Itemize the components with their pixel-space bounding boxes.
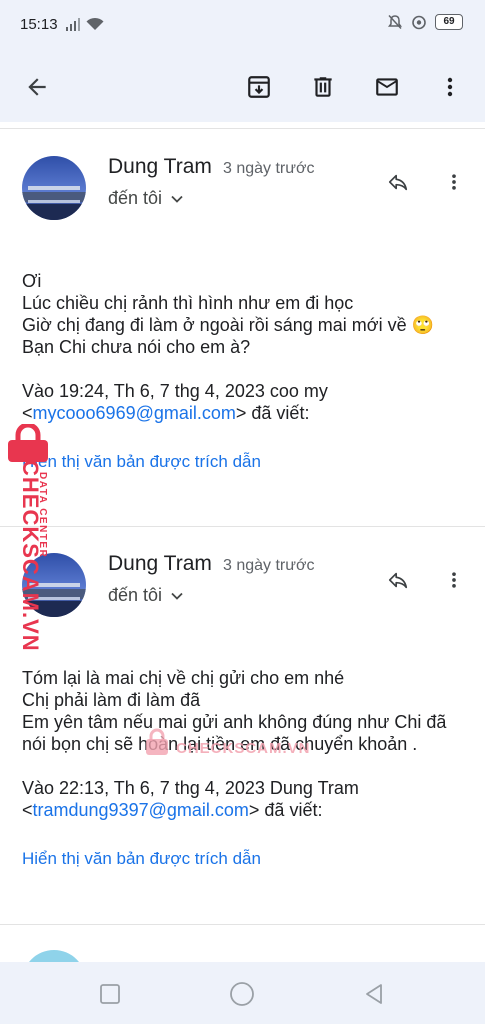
message-body: Ơi Lúc chiều chị rảnh thì hình như em đi… [22,270,434,424]
quote-email-line: <mycooo6969@gmail.com> đã viết: [22,403,310,423]
divider [0,526,485,527]
more-vert-icon [447,77,453,97]
quote-email-link[interactable]: mycooo6969@gmail.com [33,403,236,423]
show-quoted-text-link[interactable]: Hiển thị văn bản được trích dẫn [22,849,261,869]
square-icon [100,984,120,1004]
status-right-icons: 69 [387,14,463,30]
sender-name: Dung Tram [108,552,212,575]
divider [0,924,485,925]
mail-icon [376,78,398,96]
archive-icon [248,76,270,98]
reply-icon [388,174,408,191]
body-line: Bạn Chi chưa nói cho em à? [22,337,251,357]
body-line: nói bọn chị sẽ hoàn lại tiền em đã chuyể… [22,734,418,754]
recipients-label: đến tôi [108,585,163,605]
quote-email-line: <tramdung9397@gmail.com> đã viết: [22,800,323,820]
more-vert-icon [452,572,456,588]
triangle-back-icon [366,984,382,1004]
more-options-button[interactable] [427,64,473,110]
battery-indicator: 69 [435,14,463,30]
back-button[interactable] [14,64,60,110]
system-back-button[interactable] [356,976,392,1012]
body-line: Ơi [22,271,42,291]
alarm-icon [412,15,426,30]
watermark-sub: DATA CENTER [37,472,48,558]
message-body: Tóm lại là mai chị về chị gửi cho em nhé… [22,667,446,821]
home-button[interactable] [224,976,260,1012]
reply-button[interactable] [378,560,418,600]
status-bar: 15:13 69 [0,0,485,52]
system-nav-bar [0,962,485,1024]
quote-header: Vào 22:13, Th 6, 7 thg 4, 2023 Dung Tram [22,778,359,798]
bell-off-icon [388,14,402,30]
archive-button[interactable] [236,64,282,110]
more-vert-icon [452,174,456,190]
delete-button[interactable] [300,64,346,110]
quote-suffix: đã viết: [264,800,323,820]
body-line: Lúc chiều chị rảnh thì hình như em đi họ… [22,293,354,313]
sender-name: Dung Tram [108,155,212,178]
reply-button[interactable] [378,162,418,202]
recipients-toggle[interactable]: đến tôi [108,585,184,606]
body-line: Tóm lại là mai chị về chị gửi cho em nhé [22,668,345,688]
arrow-left-icon [28,78,46,96]
recent-apps-button[interactable] [92,976,128,1012]
body-line: Em yên tâm nếu mai gửi anh không đúng nh… [22,712,447,732]
body-line: Chị phải làm đi làm đã [22,690,201,710]
divider [0,128,485,129]
wifi-icon [86,17,104,30]
body-line: Giờ chị đang đi làm ở ngoài rồi sáng mai… [22,315,434,335]
quote-email-link[interactable]: tramdung9397@gmail.com [33,800,249,820]
trash-icon [314,77,332,97]
reply-icon [388,572,408,589]
message-time: 3 ngày trước [223,557,315,574]
avatar[interactable] [22,156,86,220]
quote-suffix: đã viết: [251,403,310,423]
quote-header: Vào 19:24, Th 6, 7 thg 4, 2023 coo my [22,381,328,401]
recipients-label: đến tôi [108,188,163,208]
app-bar [0,52,485,122]
avatar[interactable] [22,553,86,617]
status-left-icons [66,17,104,31]
recipients-toggle[interactable]: đến tôi [108,188,184,209]
signal-icon [66,18,80,31]
message-time: 3 ngày trước [223,160,315,177]
chevron-down-icon [171,592,183,600]
mark-unread-button[interactable] [364,64,410,110]
status-time: 15:13 [20,16,58,33]
avatar-image [22,553,86,617]
avatar-image [22,156,86,220]
show-quoted-text-link[interactable]: Hiển thị văn bản được trích dẫn [22,452,261,472]
circle-icon [230,982,254,1006]
chevron-down-icon [171,195,183,203]
message-more-button[interactable] [434,162,474,202]
message-more-button[interactable] [434,560,474,600]
